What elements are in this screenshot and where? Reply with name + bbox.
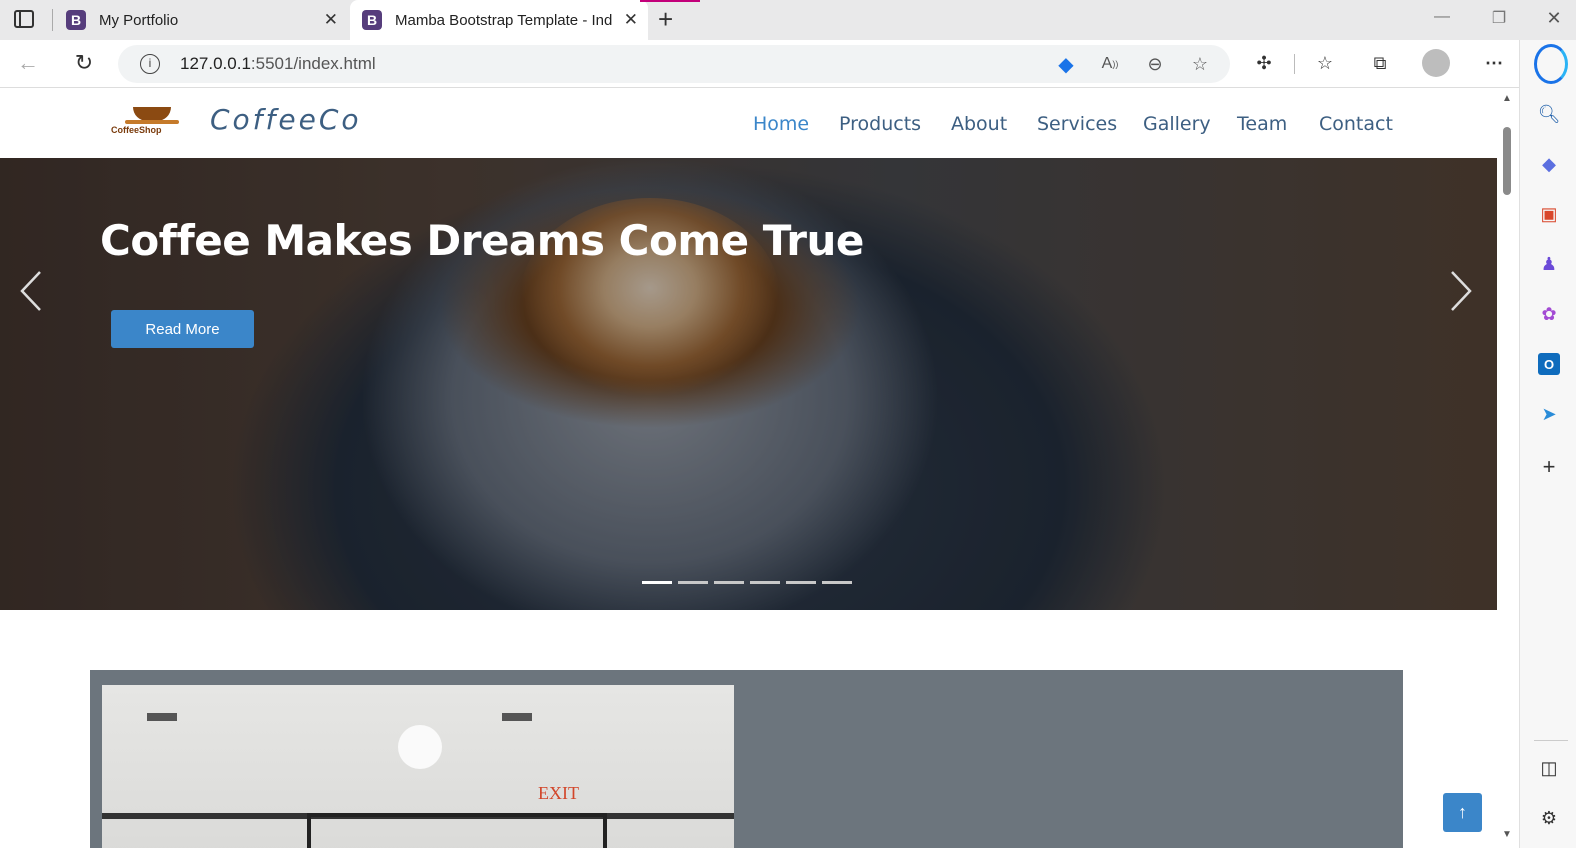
coffee-cup-logo-icon[interactable]: CoffeeShop	[111, 103, 191, 139]
tab-mamba[interactable]: B Mamba Bootstrap Template - Ind ✕	[350, 0, 700, 40]
logo-text[interactable]: CoffeeCo	[210, 103, 362, 136]
scroll-up-icon[interactable]: ▲	[1502, 93, 1512, 104]
web-page: CoffeeShop CoffeeCo Home Products About …	[0, 89, 1497, 848]
carousel-indicator-2[interactable]	[678, 581, 708, 584]
more-options-icon[interactable]: ⋯	[1480, 49, 1508, 77]
site-header: CoffeeShop CoffeeCo Home Products About …	[0, 89, 1497, 158]
read-aloud-icon[interactable]: A))	[1096, 50, 1124, 78]
nav-products[interactable]: Products	[839, 113, 921, 135]
carousel-indicator-5[interactable]	[786, 581, 816, 584]
search-icon[interactable]: 🔍︎	[1538, 103, 1561, 125]
carousel-indicator-6[interactable]	[822, 581, 852, 584]
microsoft365-icon[interactable]: ✿	[1538, 303, 1560, 325]
extensions-icon[interactable]: ✣	[1250, 49, 1278, 77]
hero-title: Coffee Makes Dreams Come True	[100, 216, 864, 265]
close-window-icon[interactable]: ✕	[1542, 8, 1566, 32]
restore-icon[interactable]: ❐	[1487, 8, 1511, 32]
minimize-icon[interactable]: —	[1430, 8, 1454, 32]
browser-titlebar: B My Portfolio ✕ B Mamba Bootstrap Templ…	[0, 0, 1576, 40]
favorites-icon[interactable]: ☆	[1311, 49, 1339, 77]
address-bar[interactable]: i 127.0.0.1:5501/index.html ◆ A)) ⊖ ☆	[118, 45, 1230, 83]
refresh-icon[interactable]: ↻	[70, 49, 98, 77]
outlook-icon[interactable]: O	[1538, 353, 1560, 375]
tab-label: Mamba Bootstrap Template - Ind	[395, 11, 613, 29]
carousel-indicator-4[interactable]	[750, 581, 780, 584]
bing-chat-icon[interactable]	[1534, 44, 1568, 84]
window-frame	[307, 813, 607, 848]
shopping-tag-icon[interactable]: ◆	[1538, 153, 1560, 175]
close-tab-icon[interactable]: ✕	[324, 10, 338, 30]
scroll-down-icon[interactable]: ▼	[1502, 829, 1512, 840]
tab-loading-bar	[640, 0, 700, 2]
nav-services[interactable]: Services	[1037, 113, 1117, 135]
nav-team[interactable]: Team	[1237, 113, 1287, 135]
ceiling-lamp	[398, 725, 442, 769]
close-tab-icon[interactable]: ✕	[624, 10, 638, 30]
bootstrap-favicon-icon: B	[362, 10, 382, 30]
back-icon[interactable]: ←	[14, 49, 42, 77]
settings-gear-icon[interactable]: ⚙	[1538, 807, 1560, 829]
hide-sidebar-icon[interactable]: ◫	[1538, 757, 1560, 779]
edge-sidebar: 🔍︎ ◆ ▣ ♟ ✿ O ➤ + ◫ ⚙	[1519, 40, 1576, 848]
new-tab-button[interactable]: +	[658, 4, 673, 35]
tab-label: My Portfolio	[99, 11, 179, 29]
carousel-prev-icon[interactable]	[18, 268, 44, 314]
scroll-to-top-button[interactable]: ↑	[1443, 793, 1482, 832]
nav-gallery[interactable]: Gallery	[1143, 113, 1211, 135]
tab-divider	[52, 9, 53, 31]
logo-badge-text: CoffeeShop	[111, 125, 162, 135]
carousel-indicator-3[interactable]	[714, 581, 744, 584]
nav-contact[interactable]: Contact	[1319, 113, 1393, 135]
add-favorite-icon[interactable]: ☆	[1186, 50, 1214, 78]
zoom-out-icon[interactable]: ⊖	[1141, 50, 1169, 78]
page-scrollbar[interactable]: ▲ ▼	[1497, 89, 1518, 848]
url-path: :5501/index.html	[250, 54, 376, 73]
profile-avatar[interactable]	[1422, 49, 1450, 77]
cafe-interior-image: EXIT	[102, 685, 734, 848]
read-more-button[interactable]: Read More	[111, 310, 254, 348]
url-text: 127.0.0.1:5501/index.html	[180, 54, 376, 74]
about-section: EXIT	[90, 670, 1403, 848]
hero-carousel: Coffee Makes Dreams Come True Read More	[0, 158, 1497, 610]
tab-my-portfolio[interactable]: B My Portfolio ✕	[56, 0, 348, 40]
tools-icon[interactable]: ▣	[1538, 203, 1560, 225]
bootstrap-favicon-icon: B	[66, 10, 86, 30]
exit-sign: EXIT	[538, 783, 579, 803]
ceiling-vent	[147, 713, 177, 721]
carousel-indicator-1[interactable]	[642, 581, 672, 584]
site-info-icon[interactable]: i	[140, 54, 160, 74]
sidebar-divider	[1534, 740, 1568, 741]
collections-icon[interactable]: ⧉	[1366, 49, 1394, 77]
games-icon[interactable]: ♟	[1538, 253, 1560, 275]
nav-home[interactable]: Home	[753, 113, 809, 135]
nav-about[interactable]: About	[951, 113, 1007, 135]
ceiling-vent	[502, 713, 532, 721]
carousel-next-icon[interactable]	[1448, 268, 1474, 314]
coupon-tag-icon[interactable]: ◆	[1052, 50, 1080, 78]
tab-actions-icon[interactable]	[14, 10, 34, 28]
scroll-thumb[interactable]	[1503, 127, 1511, 195]
drop-send-icon[interactable]: ➤	[1538, 403, 1560, 425]
url-host: 127.0.0.1	[180, 54, 251, 73]
toolbar-divider	[1294, 54, 1295, 74]
add-sidebar-icon[interactable]: +	[1538, 454, 1560, 479]
